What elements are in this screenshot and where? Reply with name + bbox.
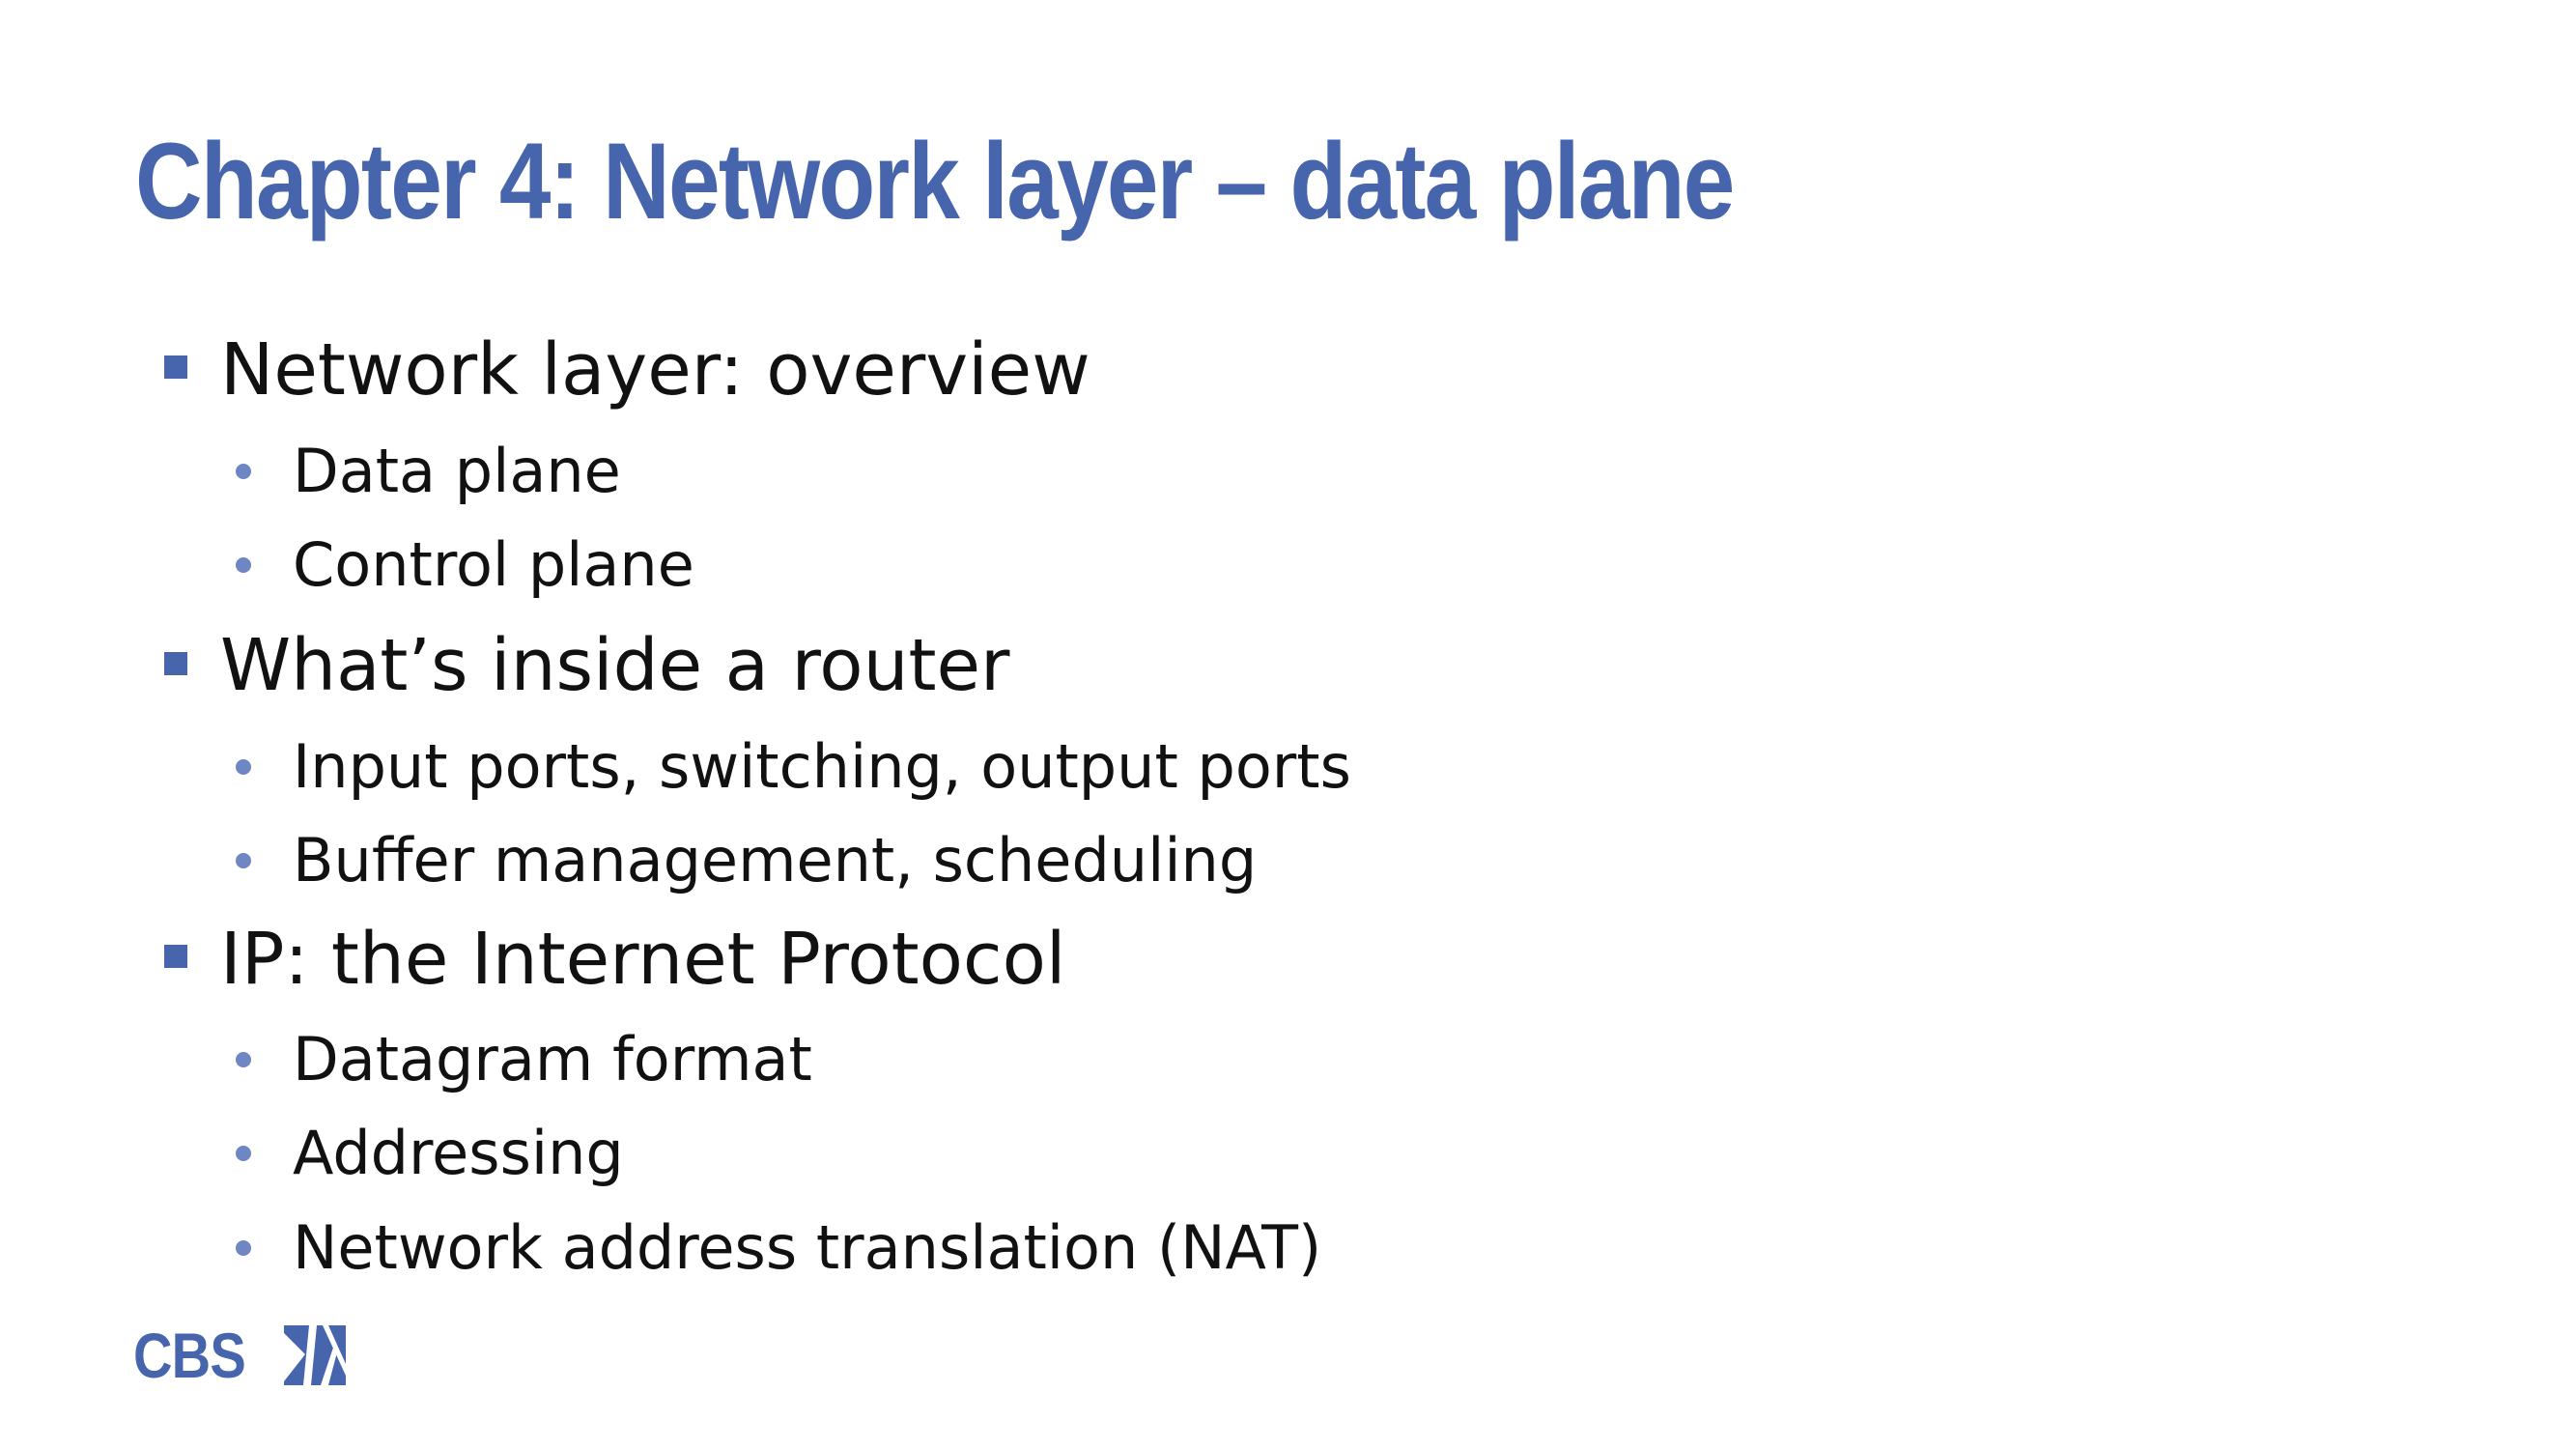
sub-bullet-item: Addressing <box>293 1118 624 1188</box>
dot-bullet-icon <box>236 1052 251 1067</box>
dot-bullet-icon <box>236 853 251 868</box>
logo-text: CBS <box>133 1320 246 1391</box>
square-bullet-icon <box>164 652 187 675</box>
dot-bullet-icon <box>236 464 251 479</box>
bullet-item: Network layer: overview <box>220 328 1090 412</box>
sub-bullet-item: Datagram format <box>293 1024 812 1094</box>
cbs-emblem-icon <box>284 1325 347 1385</box>
sub-bullet-item: Buffer management, scheduling <box>293 825 1258 895</box>
bullet-item: What’s inside a router <box>220 624 1010 707</box>
bullet-item: IP: the Internet Protocol <box>220 918 1066 1001</box>
dot-bullet-icon <box>236 1146 251 1161</box>
sub-bullet-item: Input ports, switching, output ports <box>293 731 1351 802</box>
dot-bullet-icon <box>236 759 251 775</box>
cbs-logo: CBS <box>133 1320 347 1391</box>
dot-bullet-icon <box>236 557 251 573</box>
bullet-list: Network layer: overview Data plane Contr… <box>0 0 2576 1352</box>
sub-bullet-item: Network address translation (NAT) <box>293 1212 1322 1283</box>
sub-bullet-item: Control plane <box>293 529 694 600</box>
square-bullet-icon <box>164 355 187 379</box>
dot-bullet-icon <box>236 1240 251 1256</box>
sub-bullet-item: Data plane <box>293 436 621 506</box>
square-bullet-icon <box>164 945 187 968</box>
slide: Chapter 4: Network layer – data plane Ne… <box>0 0 2576 1449</box>
